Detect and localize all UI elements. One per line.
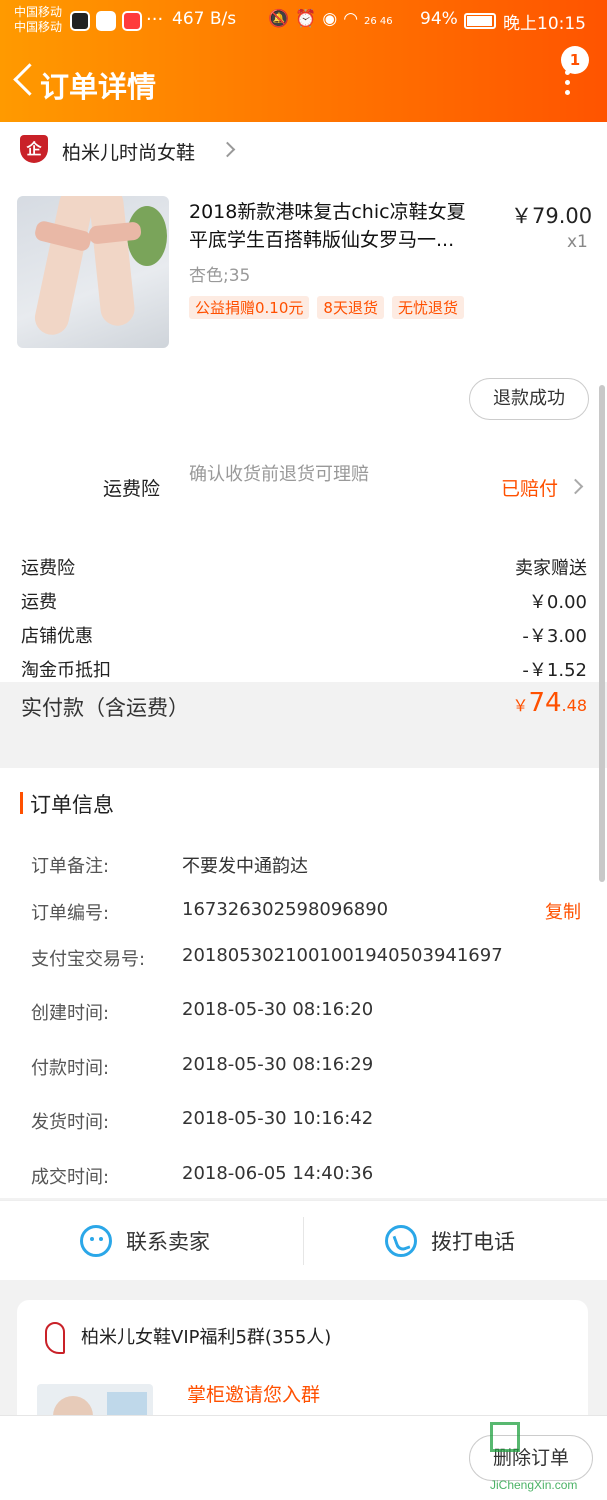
product-price: ￥79.00 [511,204,593,228]
scrollbar[interactable] [599,385,605,882]
product-title[interactable]: 2018新款港味复古chic凉鞋女夏 平底学生百搭韩版仙女罗马一... [189,198,501,254]
fee-row-shipping: 运费 ￥0.00 [21,588,587,614]
signal-icon: 26 46 [364,16,393,27]
info-key: 发货时间: [31,1112,110,1133]
status-bar: 中国移动 中国移动 ··· 467 B/s 🔕⏰◉◠26 46 94% 晚上10… [0,0,607,42]
insurance-label: 运费险 [103,478,161,500]
contact-seller-label: 联系卖家 [126,1230,210,1254]
total-amount: ￥74.48 [512,688,587,718]
carrier-labels: 中国移动 中国移动 [14,5,62,35]
fee-value: -￥3.00 [522,626,587,647]
shop-name[interactable]: 柏米儿时尚女鞋 [62,138,195,165]
notification-app-icons [70,11,142,31]
group-name: 柏米儿女鞋VIP福利5群(355人) [81,1327,332,1348]
info-value: 2018053021001001940503941697 [182,945,503,966]
product-sku: 杏色;35 [189,266,251,286]
order-info-title: 订单信息 [30,793,114,817]
order-summary-section: 企 柏米儿时尚女鞋 2018新款港味复古chic凉鞋女夏 平底学生百搭韩版仙女罗… [0,122,607,720]
product-title-line-2: 平底学生百搭韩版仙女罗马一... [189,229,455,251]
clock: 晚上10:15 [503,14,586,34]
wifi-icon: ◠ [343,9,365,29]
battery-percent: 94% [420,9,458,29]
video-app-icon [122,11,142,31]
chevron-right-icon[interactable] [567,478,584,495]
copy-order-number-button[interactable]: 复制 [545,898,581,924]
leg-right [87,196,137,328]
fee-value: -￥1.52 [522,660,587,681]
info-value: 2018-05-30 10:16:42 [182,1108,374,1129]
eye-icon: ◉ [322,9,344,29]
network-speed: 467 B/s [172,9,237,29]
tag-8-day-return: 8天退货 [317,296,384,319]
watermark-logo-icon [490,1422,520,1452]
section-accent-bar [20,792,23,814]
app-notification-icon [96,11,116,31]
carrier-1: 中国移动 [14,5,63,19]
call-phone-label: 拨打电话 [431,1230,515,1254]
contact-bar: 联系卖家 拨打电话 [0,1200,607,1280]
back-arrow-icon[interactable] [6,64,42,100]
tag-charity: 公益捐赠0.10元 [189,296,310,319]
shop-logo-icon: 企 [20,135,48,163]
info-value: 2018-05-30 08:16:29 [182,1054,374,1075]
fee-label: 店铺优惠 [21,626,93,647]
product-title-line-1: 2018新款港味复古chic凉鞋女夏 [189,201,466,223]
page-title: 订单详情 [40,70,157,104]
divider [303,1217,304,1265]
refund-status-button[interactable]: 退款成功 [469,378,589,420]
info-key: 订单编号: [31,903,110,924]
product-quantity: x1 [567,232,588,252]
total-integer: 74 [528,688,562,718]
insurance-status[interactable]: 已赔付 [501,474,558,501]
app-header: 中国移动 中国移动 ··· 467 B/s 🔕⏰◉◠26 46 94% 晚上10… [0,0,607,122]
info-value: 2018-05-30 08:16:20 [182,999,374,1020]
total-currency: ￥ [512,696,529,715]
insurance-description: 确认收货前退货可理赔 [189,464,369,485]
phone-icon [385,1225,417,1257]
fee-row-insurance: 运费险 卖家赠送 [21,554,587,580]
mute-icon: 🔕 [268,9,296,29]
leg-left [31,196,97,338]
call-phone-button[interactable]: 拨打电话 [385,1201,515,1281]
info-key: 成交时间: [31,1167,110,1188]
carrier-2: 中国移动 [14,20,63,34]
chevron-right-icon[interactable] [219,141,236,158]
battery-icon [464,13,496,29]
fee-value: 卖家赠送 [515,558,587,579]
fee-label: 淘金币抵扣 [21,660,111,681]
info-key: 付款时间: [31,1058,110,1079]
info-key: 创建时间: [31,1003,110,1024]
service-tags: 公益捐赠0.10元 8天退货 无忧退货 [189,296,464,319]
shoe-logo-icon [37,1320,71,1354]
tiktok-icon [70,11,90,31]
info-key: 支付宝交易号: [31,949,146,970]
nav-bar: 订单详情 [0,50,607,114]
total-paid-row: 实付款（含运费） ￥74.48 [21,688,587,722]
total-decimal: .48 [561,696,587,715]
order-info-section: 订单信息 订单备注: 不要发中通韵达 订单编号: 167326302598096… [0,768,607,1198]
status-icons: 🔕⏰◉◠26 46 [268,9,393,29]
chat-face-icon [80,1225,112,1257]
fee-row-coin-deduction: 淘金币抵扣 -￥1.52 [21,656,587,682]
tag-worry-free-return: 无忧退货 [391,296,464,319]
info-value: 不要发中通韵达 [182,856,308,877]
fee-label: 运费险 [21,558,75,579]
product-thumbnail[interactable] [17,196,169,348]
fee-label: 运费 [21,592,57,613]
more-notifications-dots: ··· [146,9,164,30]
watermark-text: JiChengXin.com [490,1478,578,1492]
fee-row-shop-discount: 店铺优惠 -￥3.00 [21,622,587,648]
delete-order-button[interactable]: 删除订单 [469,1435,593,1481]
info-key: 订单备注: [31,856,110,877]
total-label: 实付款（含运费） [21,696,189,720]
info-value: 2018-06-05 14:40:36 [182,1163,374,1184]
fee-value: ￥0.00 [528,592,587,613]
group-invite-text[interactable]: 掌柜邀请您入群 [187,1380,320,1407]
info-value: 167326302598096890 [182,899,389,920]
alarm-icon: ⏰ [295,9,323,29]
contact-seller-button[interactable]: 联系卖家 [80,1201,210,1281]
notification-badge: 1 [561,46,589,74]
